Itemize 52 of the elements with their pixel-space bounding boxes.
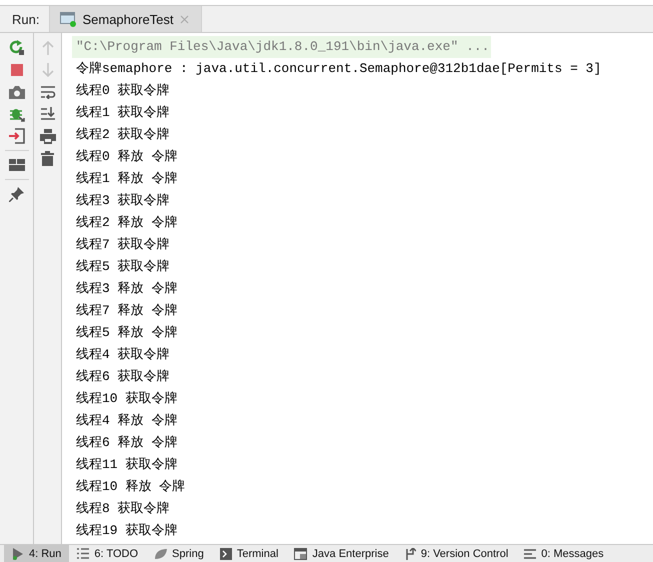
output-line: 线程6 获取令牌 bbox=[76, 368, 171, 386]
scroll-to-end-icon bbox=[40, 107, 56, 121]
down-arrow-icon bbox=[42, 63, 54, 77]
stop-icon bbox=[10, 64, 22, 76]
tool-window-button[interactable]: 9: Version Control bbox=[396, 545, 516, 562]
output-line: 线程2 释放 令牌 bbox=[76, 214, 178, 232]
output-line: 线程4 释放 令牌 bbox=[76, 412, 178, 430]
output-line: 令牌semaphore : java.util.concurrent.Semaphore@312b1dae[Permits = 3] bbox=[76, 60, 602, 78]
tool-window-button[interactable]: 4: Run bbox=[4, 545, 70, 562]
output-line: 线程6 释放 令牌 bbox=[76, 434, 178, 452]
layout-icon bbox=[8, 159, 24, 171]
app-window-icon bbox=[60, 11, 76, 27]
run-tab[interactable]: SemaphoreTest bbox=[49, 6, 202, 32]
camera-icon bbox=[8, 86, 24, 98]
output-line: 线程3 获取令牌 bbox=[76, 192, 171, 210]
bug-icon bbox=[8, 106, 24, 122]
output-line: 线程10 释放 令牌 bbox=[76, 478, 186, 496]
output-line: 线程0 获取令牌 bbox=[76, 82, 171, 100]
pin-icon bbox=[9, 186, 24, 202]
output-line: 线程7 获取令牌 bbox=[76, 236, 171, 254]
window-icon bbox=[294, 548, 308, 560]
output-line: 线程0 释放 令牌 bbox=[76, 148, 178, 166]
wrap-icon bbox=[40, 85, 56, 99]
leaf-icon bbox=[154, 548, 168, 560]
branch-icon bbox=[404, 548, 416, 560]
run-icon bbox=[12, 548, 24, 560]
output-line: 线程8 获取令牌 bbox=[76, 500, 171, 518]
exit-icon bbox=[8, 128, 24, 144]
rerun-icon bbox=[8, 40, 24, 56]
output-line: 线程5 获取令牌 bbox=[76, 258, 171, 276]
output-line: 线程11 获取令牌 bbox=[76, 456, 178, 474]
up-arrow-icon bbox=[42, 41, 54, 55]
output-line: 线程7 释放 令牌 bbox=[76, 302, 178, 320]
tool-window-button[interactable]: Java Enterprise bbox=[286, 545, 397, 562]
output-line: 线程10 获取令牌 bbox=[76, 390, 178, 408]
terminal-icon bbox=[220, 548, 232, 560]
output-line: 线程1 获取令牌 bbox=[76, 104, 171, 122]
output-line: 线程1 释放 令牌 bbox=[76, 170, 178, 188]
printer-icon bbox=[40, 128, 56, 144]
messages-icon bbox=[524, 548, 536, 558]
tool-window-button[interactable]: 0: Messages bbox=[516, 545, 612, 562]
tool-window-button[interactable]: 6: TODO bbox=[69, 545, 146, 562]
output-line: 线程2 获取令牌 bbox=[76, 126, 171, 144]
list-icon bbox=[77, 548, 90, 559]
output-line: 线程5 释放 令牌 bbox=[76, 324, 178, 342]
output-line: 线程19 获取令牌 bbox=[76, 522, 178, 540]
output-line: 线程4 获取令牌 bbox=[76, 346, 171, 364]
run-label: Run: bbox=[11, 10, 40, 28]
output-line: 线程3 释放 令牌 bbox=[76, 280, 178, 298]
tool-window-button[interactable]: Terminal bbox=[212, 545, 286, 562]
trash-icon bbox=[41, 150, 54, 166]
tool-window-button[interactable]: Spring bbox=[146, 545, 212, 562]
